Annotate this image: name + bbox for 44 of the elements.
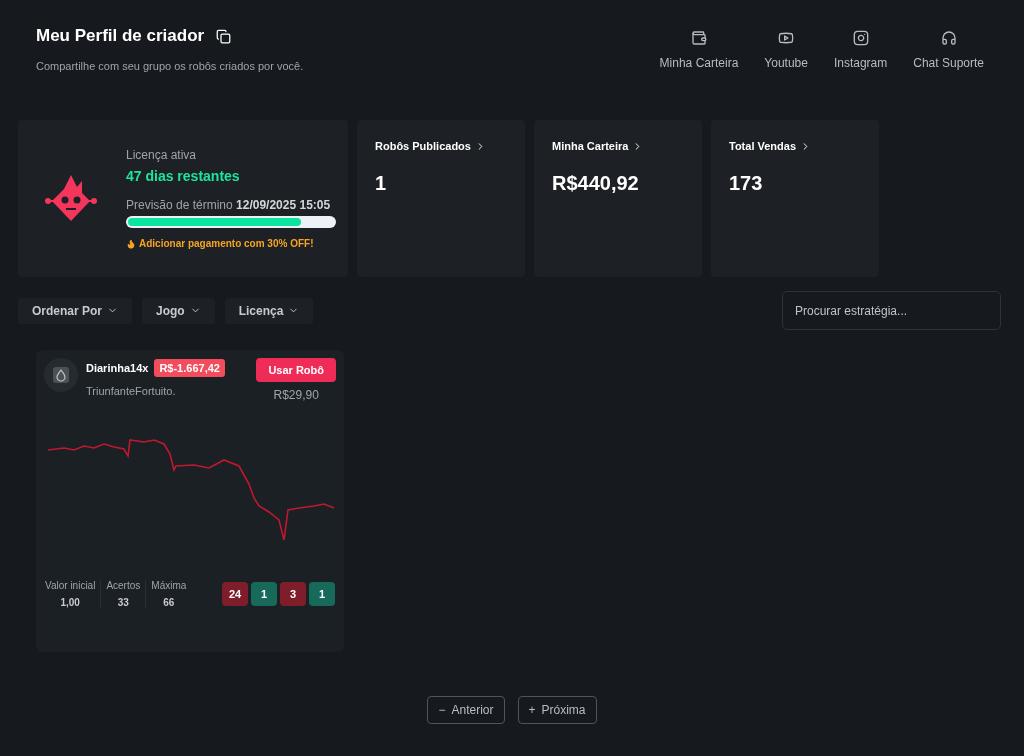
metric-label: Acertos	[106, 580, 141, 591]
page-title: Meu Perfil de criador	[36, 26, 205, 46]
filter-dropdown[interactable]: Licença	[224, 297, 314, 324]
stat-link[interactable]: Total Vendas	[729, 140, 861, 152]
days-remaining: 47 dias restantes	[126, 168, 241, 184]
balance-tag: R$-1.667,42	[154, 359, 225, 377]
metric-value: 1,00	[60, 597, 80, 608]
metric-value: 33	[117, 597, 129, 608]
robot-author: TriunfanteFortuito.	[86, 385, 177, 397]
youtube-icon	[778, 30, 795, 46]
promo-link[interactable]: Adicionar pagamento com 30% OFF!	[139, 238, 314, 249]
stat-value: 1	[375, 172, 388, 195]
robot-name: Diarinha14x	[86, 362, 149, 374]
metric-label: Valor inicial	[45, 580, 96, 591]
license-status: Licença ativa	[126, 148, 198, 162]
nav-link[interactable]: Minha Carteira	[659, 30, 739, 120]
instagram-icon	[852, 30, 869, 46]
drop-icon	[53, 367, 69, 383]
metric-value: 66	[163, 597, 175, 608]
end-forecast: Previsão de término 12/09/2025 15:05	[126, 198, 332, 212]
nav-link[interactable]: Instagram	[833, 30, 888, 120]
metric-label: Máxima	[151, 580, 187, 591]
result-tag: 1	[251, 582, 277, 606]
wallet-icon	[690, 30, 707, 46]
nav-link[interactable]: Chat Suporte	[913, 30, 984, 120]
next-button[interactable]: + Próxima	[517, 696, 597, 724]
filter-dropdown[interactable]: Jogo	[142, 297, 215, 324]
result-tag: 1	[309, 582, 335, 606]
use-robot-button[interactable]: Usar Robô	[256, 358, 336, 382]
search-field[interactable]: Procurar estratégia...	[782, 291, 1001, 330]
stat-value: R$440,92	[552, 172, 640, 195]
headset-icon	[940, 30, 957, 46]
result-tag: 3	[280, 582, 306, 606]
result-tag: 24	[222, 582, 248, 606]
stat-value: 173	[729, 172, 764, 195]
filter-dropdown[interactable]: Ordenar Por	[18, 297, 133, 324]
stat-link[interactable]: Minha Carteira	[552, 140, 684, 152]
robot-price: R$29,90	[273, 388, 319, 402]
nav-link[interactable]: Youtube	[764, 30, 808, 120]
flame-icon	[126, 238, 136, 249]
previous-button[interactable]: − Anterior	[427, 696, 505, 724]
stat-link[interactable]: Robôs Publicados	[375, 140, 507, 152]
copy-icon[interactable]	[216, 28, 232, 44]
page-subtitle: Compartilhe com seu grupo os robôs criados por você.	[36, 60, 304, 72]
